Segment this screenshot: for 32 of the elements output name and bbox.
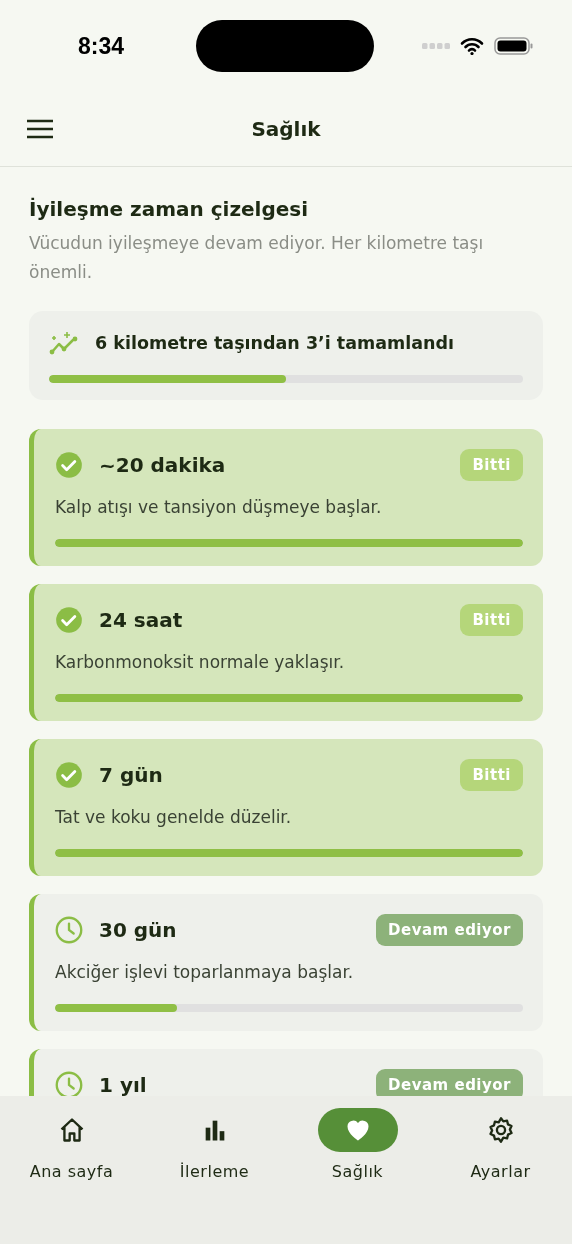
milestone-description: Akciğer işlevi toparlanmaya başlar.: [55, 962, 355, 982]
status-badge: Devam ediyor: [376, 914, 523, 946]
milestone-title: 1 yıl: [99, 1073, 147, 1096]
check-circle-icon: [55, 451, 83, 479]
clock-icon: [55, 916, 83, 944]
status-badge: Bitti: [460, 449, 523, 481]
milestone-title: ~20 dakika: [99, 453, 226, 477]
check-circle-icon: [55, 761, 83, 789]
milestone-title: 7 gün: [99, 763, 163, 787]
status-badge: Bitti: [460, 759, 523, 791]
settings-icon: [486, 1116, 515, 1144]
nav-tab[interactable]: Sağlık: [286, 1108, 429, 1244]
signal-icon: [422, 43, 450, 49]
milestone-title: 30 gün: [99, 918, 177, 942]
milestone-title: 24 saat: [99, 608, 183, 632]
page-title: Sağlık: [251, 117, 321, 141]
section-title: İyileşme zaman çizelgesi: [29, 197, 310, 221]
milestone-description: Karbonmonoksit normale yaklaşır.: [55, 652, 346, 672]
wifi-icon: [460, 37, 484, 55]
menu-button[interactable]: [26, 118, 54, 140]
nav-tab[interactable]: Ana sayfa: [0, 1108, 143, 1244]
check-circle-icon: [55, 606, 83, 634]
milestone-description: Tat ve koku genelde düzelir.: [55, 807, 293, 827]
battery-icon: [494, 37, 534, 55]
status-badge: Devam ediyor: [376, 1069, 523, 1096]
nav-tab[interactable]: Ayarlar: [429, 1108, 572, 1244]
milestone-description: Kalp atışı ve tansiyon düşmeye başlar.: [55, 497, 383, 517]
status-badge: Bitti: [460, 604, 523, 636]
status-time: 8:34: [78, 32, 126, 60]
section-subtitle: Vücudun iyileşmeye devam ediyor. Her kilometre taşı önemli.: [29, 232, 485, 284]
nav-tab[interactable]: İlerleme: [143, 1108, 286, 1244]
summary-text: 6 kilometre taşından 3’i tamamlandı: [95, 333, 455, 353]
